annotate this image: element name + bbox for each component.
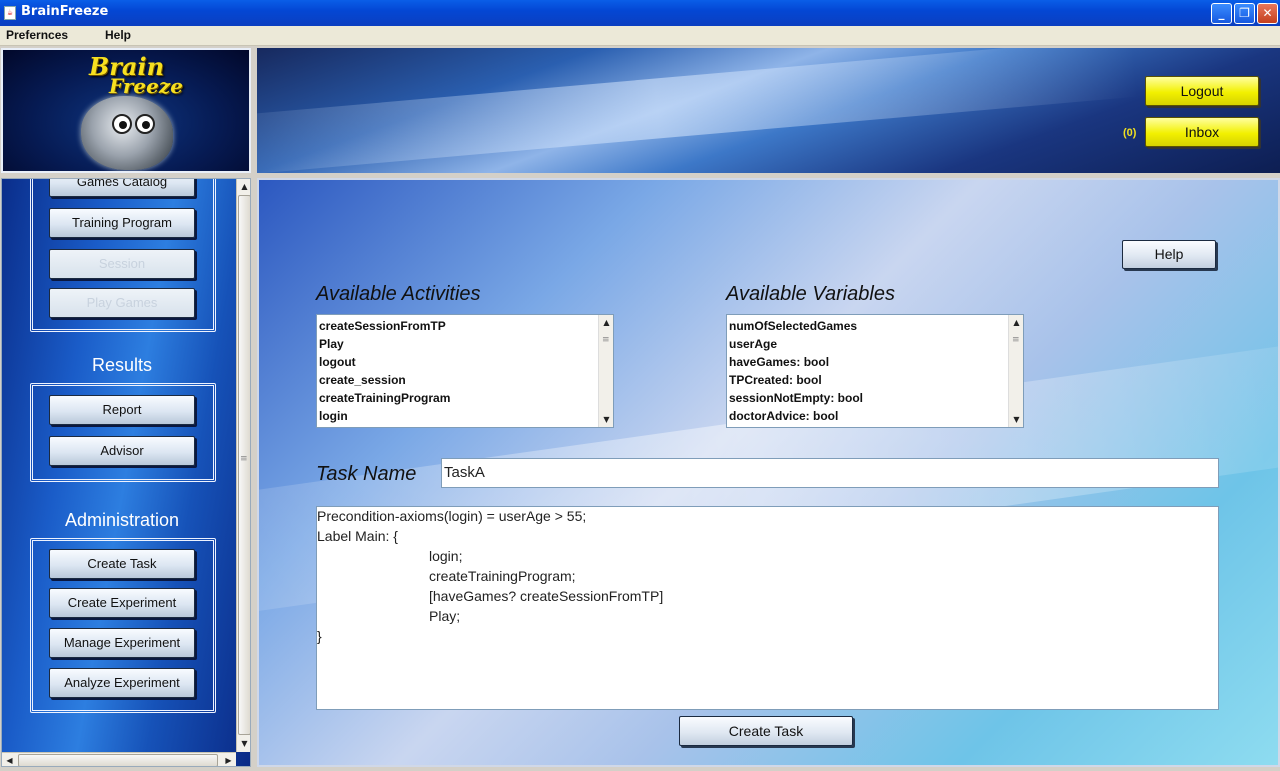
manage-experiment-button[interactable]: Manage Experiment	[49, 628, 195, 658]
maximize-button[interactable]: ❐	[1234, 3, 1255, 24]
list-item[interactable]: numOfSelectedGames	[729, 317, 1007, 335]
session-button: Session	[49, 249, 195, 279]
list-item[interactable]: createTrainingProgram	[319, 389, 597, 407]
task-name-input[interactable]: TaskA	[441, 458, 1219, 488]
scroll-up-arrow-icon[interactable]: ▲	[237, 179, 250, 194]
scroll-down-arrow-icon[interactable]: ▼	[1009, 412, 1023, 427]
sidebar-horizontal-scrollbar[interactable]: ◀ ▶	[2, 752, 236, 766]
list-item[interactable]: createSessionFromTP	[319, 317, 597, 335]
grip-icon: ≡	[602, 335, 610, 345]
window-title: BrainFreeze	[21, 4, 109, 19]
scroll-down-arrow-icon[interactable]: ▼	[599, 412, 613, 427]
app-window: ☕ BrainFreeze _ ❐ ✕ Prefernces Help Brai…	[0, 0, 1280, 771]
advisor-button[interactable]: Advisor	[49, 436, 195, 466]
create-task-panel: Help Available Activities createSessionF…	[257, 178, 1280, 767]
sidebar-vertical-thumb[interactable]	[238, 195, 250, 735]
header-banner	[257, 48, 1280, 173]
code-line: [haveGames? createSessionFromTP]	[429, 588, 664, 604]
scroll-left-arrow-icon[interactable]: ◀	[2, 753, 17, 766]
code-line: Label Main: {	[317, 528, 398, 544]
code-line: login;	[429, 548, 463, 564]
code-line: Precondition-axioms(login) = userAge > 5…	[317, 508, 587, 524]
list-item[interactable]: logout	[319, 353, 597, 371]
analyze-experiment-button[interactable]: Analyze Experiment	[49, 668, 195, 698]
activities-list[interactable]: createSessionFromTP Play logout create_s…	[316, 314, 614, 428]
help-button[interactable]: Help	[1122, 240, 1216, 269]
list-item[interactable]: Play	[319, 335, 597, 353]
inbox-count: (0)	[1123, 127, 1137, 139]
code-line: }	[317, 628, 322, 644]
task-name-label: Task Name	[316, 463, 417, 485]
brain-logo-icon	[81, 96, 173, 170]
task-code-editor[interactable]: Precondition-axioms(login) = userAge > 5…	[316, 506, 1219, 710]
administration-heading: Administration	[64, 510, 180, 530]
list-item[interactable]: doctorAdvice: bool	[729, 407, 1007, 425]
scroll-down-arrow-icon[interactable]: ▼	[237, 736, 250, 751]
variables-list[interactable]: numOfSelectedGames userAge haveGames: bo…	[726, 314, 1024, 428]
title-bar: ☕ BrainFreeze _ ❐ ✕	[0, 0, 1280, 26]
menu-bar: Prefernces Help	[0, 26, 1280, 46]
create-experiment-button[interactable]: Create Experiment	[49, 588, 195, 618]
logo-panel: Brain Freeze	[1, 48, 251, 173]
close-button[interactable]: ✕	[1257, 3, 1278, 24]
list-item[interactable]: userAge	[729, 335, 1007, 353]
activities-scrollbar[interactable]: ▲ ≡ ▼	[598, 315, 613, 427]
minimize-button[interactable]: _	[1211, 3, 1232, 24]
java-cup-icon: ☕	[4, 6, 16, 20]
grip-icon: ≡	[1012, 335, 1020, 345]
code-line: createTrainingProgram;	[429, 568, 576, 584]
logout-button[interactable]: Logout	[1145, 76, 1259, 106]
list-item[interactable]: haveGames: bool	[729, 353, 1007, 371]
list-item[interactable]: login	[319, 407, 597, 425]
scroll-up-arrow-icon[interactable]: ▲	[1009, 315, 1023, 330]
create-task-button[interactable]: Create Task	[679, 716, 853, 746]
games-catalog-button[interactable]: Games Catalog	[49, 179, 195, 197]
sidebar-content: Games Catalog Training Program Session P…	[2, 179, 236, 752]
scroll-up-arrow-icon[interactable]: ▲	[599, 315, 613, 330]
create-task-nav-button[interactable]: Create Task	[49, 549, 195, 579]
list-item[interactable]: sessionNotEmpty: bool	[729, 389, 1007, 407]
report-button[interactable]: Report	[49, 395, 195, 425]
scroll-right-arrow-icon[interactable]: ▶	[221, 753, 236, 766]
code-line: Play;	[429, 608, 461, 624]
inbox-button[interactable]: Inbox	[1145, 117, 1259, 147]
variables-scrollbar[interactable]: ▲ ≡ ▼	[1008, 315, 1023, 427]
sidebar-vertical-scrollbar[interactable]: ▲ ≡ ▼	[236, 179, 250, 752]
available-activities-title: Available Activities	[316, 283, 481, 305]
logo-freeze-text: Freeze	[109, 74, 183, 98]
sidebar-horizontal-thumb[interactable]	[18, 754, 218, 766]
results-heading: Results	[91, 355, 153, 375]
training-program-button[interactable]: Training Program	[49, 208, 195, 238]
menu-help[interactable]: Help	[105, 28, 131, 42]
left-eye-icon	[112, 114, 132, 134]
grip-icon: ≡	[240, 454, 248, 464]
play-games-button: Play Games	[49, 288, 195, 318]
list-item[interactable]: TPCreated: bool	[729, 371, 1007, 389]
available-variables-title: Available Variables	[726, 283, 895, 305]
sidebar: Games Catalog Training Program Session P…	[1, 178, 251, 767]
right-eye-icon	[135, 114, 155, 134]
list-item[interactable]: create_session	[319, 371, 597, 389]
menu-preferences[interactable]: Prefernces	[6, 28, 68, 42]
